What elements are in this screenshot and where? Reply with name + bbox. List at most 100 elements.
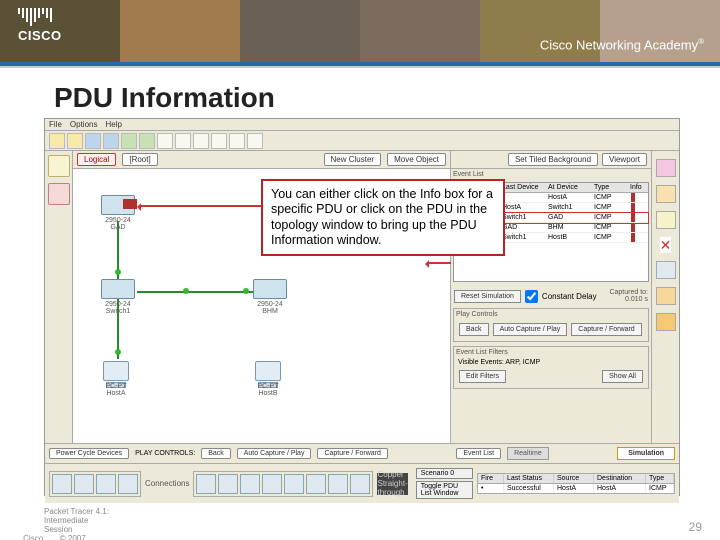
device-switch1-label: 2950-24 Switch1 <box>105 301 131 315</box>
play-forward-button[interactable]: Capture / Forward <box>571 323 641 336</box>
toolbar-help-icon[interactable] <box>247 133 263 149</box>
reset-simulation-button[interactable]: Reset Simulation <box>454 290 521 303</box>
menu-options[interactable]: Options <box>70 120 98 129</box>
footer-left-3: Session <box>44 525 109 534</box>
pdu-status-table: FireLast StatusSourceDestinationType •Su… <box>477 473 675 494</box>
edit-filters-button[interactable]: Edit Filters <box>459 370 506 383</box>
power-cycle-button[interactable]: Power Cycle Devices <box>49 448 129 459</box>
show-all-button[interactable]: Show All <box>602 370 643 383</box>
captured-to: Captured to:0.010 s <box>609 289 648 303</box>
constant-delay-checkbox[interactable] <box>525 290 538 303</box>
toolbar-redo-icon[interactable] <box>175 133 191 149</box>
device-cat-wireless[interactable] <box>118 474 138 494</box>
filters-group: Event List Filters Visible Events: ARP, … <box>453 346 649 389</box>
scenario-select[interactable]: Scenario 0 <box>416 468 473 479</box>
new-cluster-button[interactable]: New Cluster <box>324 153 382 166</box>
toggle-pdu-list-button[interactable]: Toggle PDU List Window <box>416 481 473 499</box>
device-bhm[interactable]: 2950-24 BHM <box>253 279 287 315</box>
col-info: Info <box>628 183 648 192</box>
bot-forward-button[interactable]: Capture / Forward <box>317 448 387 459</box>
delete-tool-icon[interactable]: ✕ <box>660 237 672 253</box>
left-tool-1[interactable] <box>48 155 70 177</box>
col-type: Type <box>592 183 628 192</box>
link-dot-3 <box>183 288 189 294</box>
device-picker-row: Connections Copper Straight-through Scen… <box>45 463 679 503</box>
toolbar-print-icon[interactable] <box>103 133 119 149</box>
add-complex-pdu-icon[interactable] <box>656 313 676 331</box>
conn-auto[interactable] <box>196 474 216 494</box>
main-workspace-row: Logical [Root] New Cluster Move Object 2… <box>45 151 679 443</box>
left-tool-2[interactable] <box>48 183 70 205</box>
col-last: Last Device <box>500 183 546 192</box>
toolbar-zoomin-icon[interactable] <box>193 133 209 149</box>
header-banner: CISCO Cisco Networking Academy® <box>0 0 720 62</box>
menu-file[interactable]: File <box>49 120 62 129</box>
root-breadcrumb[interactable]: [Root] <box>122 153 157 166</box>
conn-coax[interactable] <box>328 474 348 494</box>
topology-canvas[interactable]: Logical [Root] New Cluster Move Object 2… <box>73 151 451 443</box>
menu-help[interactable]: Help <box>105 120 121 129</box>
device-cat-routers[interactable] <box>52 474 72 494</box>
viewport-button[interactable]: Viewport <box>602 153 647 166</box>
callout-text: You can either click on the Info box for… <box>271 187 493 247</box>
menubar: File Options Help <box>45 119 679 131</box>
packet-tracer-screenshot: File Options Help Logica <box>44 118 680 496</box>
inspect-tool-icon[interactable] <box>656 261 676 279</box>
filters-title: Event List Filters <box>456 349 646 356</box>
device-hosta-label: PC-PT HostA <box>106 383 127 397</box>
constant-delay-label: Constant Delay <box>542 292 597 301</box>
toolbar-zoomout-icon[interactable] <box>211 133 227 149</box>
toolbar-open-icon[interactable] <box>67 133 83 149</box>
set-tiled-bg-button[interactable]: Set Tiled Background <box>508 153 598 166</box>
bot-back-button[interactable]: Back <box>201 448 231 459</box>
device-hostb[interactable]: PC-PT HostB <box>255 361 281 397</box>
footer-classification: Cisco Public <box>23 534 45 540</box>
realtime-tab[interactable]: Realtime <box>507 447 549 460</box>
workspace-toolbar: Logical [Root] New Cluster Move Object <box>73 151 450 169</box>
move-tool-icon[interactable] <box>656 185 676 203</box>
reset-row: Reset Simulation Constant Delay Captured… <box>451 286 651 306</box>
link-switch1-bhm <box>137 291 257 293</box>
conn-cross[interactable] <box>262 474 282 494</box>
device-hostb-label: PC-PT HostB <box>258 383 279 397</box>
toolbar-draw-icon[interactable] <box>229 133 245 149</box>
bottom-play-bar: Power Cycle Devices PLAY CONTROLS: Back … <box>45 443 679 463</box>
select-tool-icon[interactable] <box>656 159 676 177</box>
add-simple-pdu-icon[interactable] <box>656 287 676 305</box>
toolbar-paste-icon[interactable] <box>139 133 155 149</box>
toolbar-save-icon[interactable] <box>85 133 101 149</box>
conn-serial[interactable] <box>350 474 370 494</box>
play-back-button[interactable]: Back <box>459 323 489 336</box>
scenario-controls: Scenario 0 Toggle PDU List Window <box>416 468 473 499</box>
device-switch1[interactable]: 2950-24 Switch1 <box>101 279 135 315</box>
header-grey-divider <box>0 66 720 68</box>
play-auto-button[interactable]: Auto Capture / Play <box>493 323 568 336</box>
conn-fiber[interactable] <box>284 474 304 494</box>
visible-events-text: Visible Events: ARP, ICMP <box>456 358 646 367</box>
link-dot-1 <box>115 269 121 275</box>
toolbar-undo-icon[interactable] <box>157 133 173 149</box>
bot-auto-button[interactable]: Auto Capture / Play <box>237 448 312 459</box>
device-category-grid <box>49 471 141 497</box>
main-toolbar <box>45 131 679 151</box>
conn-console[interactable] <box>218 474 238 494</box>
event-list-button[interactable]: Event List <box>456 448 501 459</box>
toolbar-copy-icon[interactable] <box>121 133 137 149</box>
simulation-tab[interactable]: Simulation <box>617 447 675 460</box>
link-dot-2 <box>115 349 121 355</box>
device-hosta[interactable]: PC-PT HostA <box>103 361 129 397</box>
device-cat-switches[interactable] <box>74 474 94 494</box>
move-object-button[interactable]: Move Object <box>387 153 446 166</box>
cisco-logo-bars <box>18 8 62 26</box>
toolbar-new-icon[interactable] <box>49 133 65 149</box>
logical-tab[interactable]: Logical <box>77 153 116 166</box>
note-tool-icon[interactable] <box>656 211 676 229</box>
col-at: At Device <box>546 183 592 192</box>
device-cat-hubs[interactable] <box>96 474 116 494</box>
conn-copper[interactable] <box>240 474 260 494</box>
cisco-logo: CISCO <box>18 8 62 43</box>
conn-phone[interactable] <box>306 474 326 494</box>
pdu-table-row[interactable]: •SuccessfulHostAHostAICMP <box>478 484 674 493</box>
left-tool-strip <box>45 151 73 443</box>
connection-types <box>193 471 373 497</box>
